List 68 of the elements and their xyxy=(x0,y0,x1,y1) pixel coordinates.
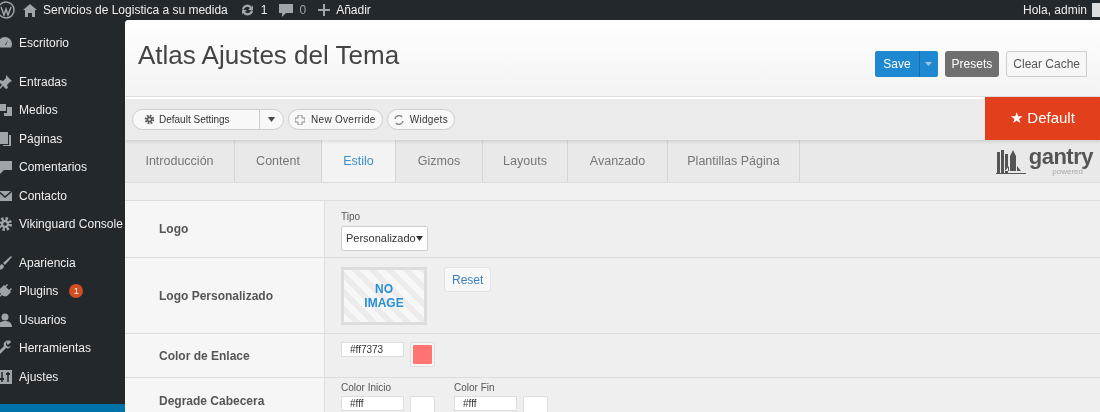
menu-icon xyxy=(0,159,13,176)
count-badge: 1 xyxy=(69,284,84,299)
menu-icon xyxy=(0,102,13,119)
presets-button[interactable]: Presets xyxy=(944,50,1000,77)
sidebar-item[interactable]: Vikinguard Console xyxy=(0,210,125,239)
type-select[interactable]: Personalizado xyxy=(341,226,428,251)
sidebar-item[interactable]: Escritorio xyxy=(0,29,125,58)
tab[interactable]: Introducción xyxy=(125,140,235,182)
home-icon xyxy=(23,3,37,17)
page-title: Atlas Ajustes del Tema xyxy=(138,39,400,72)
save-button[interactable]: Save xyxy=(875,50,920,77)
menu-icon xyxy=(0,311,13,328)
tab[interactable]: Avanzado xyxy=(568,140,668,182)
default-badge: ★ Default xyxy=(985,97,1100,140)
setting-label: Logo Personalizado xyxy=(159,287,273,305)
settings-dropdown[interactable]: Default Settings xyxy=(132,109,284,130)
field-caption: Tipo xyxy=(341,210,362,224)
caret-icon xyxy=(925,61,933,66)
avatar-icon xyxy=(1092,3,1100,17)
sidebar-item[interactable]: Herramientas xyxy=(0,334,125,363)
menu-icon xyxy=(0,283,13,300)
tab[interactable]: Plantillas Página xyxy=(668,140,800,182)
caret-icon xyxy=(268,117,275,122)
color-field[interactable]: #fff xyxy=(454,396,517,411)
menu-icon xyxy=(0,254,13,271)
sidebar-item[interactable]: Contacto xyxy=(0,181,125,210)
field-caption: Color Inicio xyxy=(341,381,393,395)
widgets-button[interactable]: Widgets xyxy=(386,109,455,130)
tab[interactable]: Gizmos xyxy=(396,140,483,182)
clear-cache-button[interactable]: Clear Cache xyxy=(1006,50,1087,77)
account-link[interactable]: Hola, admin xyxy=(1022,1,1087,19)
sidebar-item[interactable]: Medios xyxy=(0,96,125,125)
color-field[interactable]: #fff xyxy=(341,396,404,411)
menu-icon xyxy=(0,130,13,147)
brand-tagline: powered xyxy=(1052,168,1083,176)
plus-icon xyxy=(295,114,305,125)
sidebar-item[interactable]: Entradas xyxy=(0,67,125,96)
wordpress-logo-icon xyxy=(0,1,15,19)
setting-label: Color de Enlace xyxy=(159,347,250,365)
site-link[interactable]: Servicios de Logistica a su medida xyxy=(23,1,228,19)
sidebar-item[interactable]: Ajustes xyxy=(0,362,125,391)
sidebar-item[interactable]: Apariencia xyxy=(0,248,125,277)
field-caption: Color Fin xyxy=(454,381,496,395)
comments-icon xyxy=(279,3,294,17)
sidebar-item[interactable]: Usuarios xyxy=(0,305,125,334)
menu-icon xyxy=(0,73,13,90)
sidebar-item[interactable]: Páginas xyxy=(0,124,125,153)
sidebar-item[interactable]: Comentarios xyxy=(0,153,125,182)
caret-icon xyxy=(416,236,423,241)
new-link[interactable]: Añadir xyxy=(318,1,371,19)
brand-name: gantry xyxy=(1028,146,1093,168)
color-swatch[interactable] xyxy=(410,342,435,367)
sidebar-item[interactable] xyxy=(0,404,125,412)
sidebar-item[interactable]: Plugins 1 xyxy=(0,277,125,306)
updates-icon xyxy=(239,3,255,17)
gear-icon xyxy=(144,114,155,125)
setting-label: Degrade Cabecera xyxy=(159,393,265,410)
setting-label: Logo xyxy=(159,221,189,238)
new-override-button[interactable]: New Override xyxy=(288,109,383,130)
tab[interactable]: Layouts xyxy=(483,140,568,182)
refresh-icon xyxy=(393,114,404,125)
reset-button[interactable]: Reset xyxy=(444,267,492,292)
menu-icon xyxy=(0,340,13,357)
new-icon xyxy=(318,4,331,16)
building-drawing xyxy=(995,148,1026,174)
updates-link[interactable]: 1 xyxy=(239,1,268,19)
comments-link[interactable]: 0 xyxy=(279,1,307,19)
color-field[interactable]: #ff7373 xyxy=(341,342,404,357)
